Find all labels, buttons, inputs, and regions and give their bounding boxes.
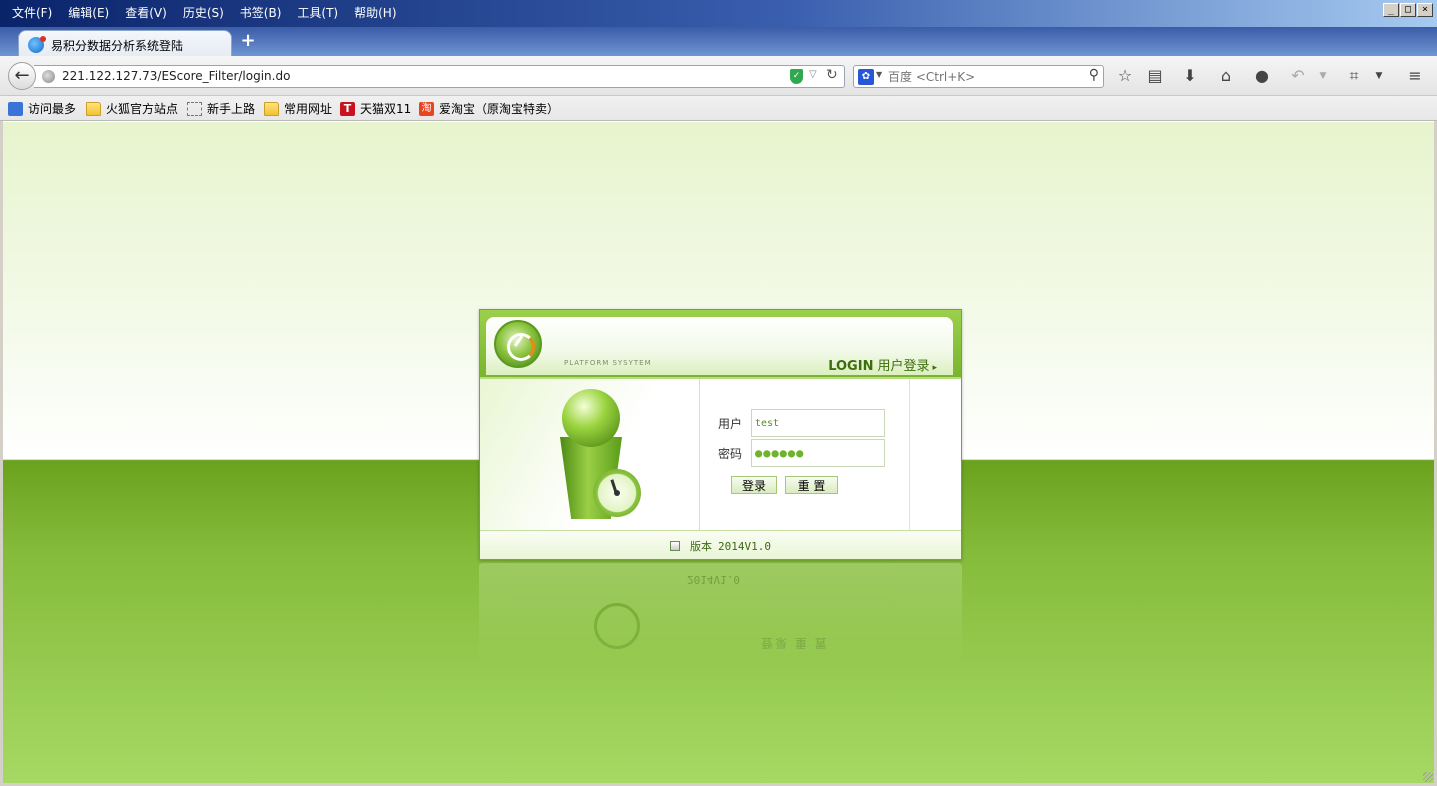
new-tab-button[interactable]: + (238, 31, 258, 51)
most-visited-icon (8, 101, 23, 116)
username-label: 用户 (718, 417, 743, 431)
home-icon[interactable]: ⌂ (1215, 66, 1237, 86)
login-panel: PLATFORM SYSYTEM LOGIN用户登录▸ 用户 密码 ●●●●●●… (479, 309, 962, 560)
clock-reflection-icon (594, 603, 640, 649)
menu-edit[interactable]: 编辑(E) (62, 4, 115, 21)
menu-file[interactable]: 文件(F) (6, 4, 58, 21)
navigation-bar: 221.122.127.73/EScore_Filter/login.do ✓ … (0, 56, 1437, 96)
version-value: 2014V1.0 (718, 539, 771, 553)
download-icon[interactable]: ⬇ (1179, 66, 1201, 86)
baidu-paw-icon[interactable]: ✿ (858, 69, 874, 85)
url-dropdown-icon[interactable]: ▽ (809, 69, 817, 80)
bookmark-getting-started[interactable]: 新手上路 (187, 100, 255, 117)
taobao-icon: 淘 (419, 101, 434, 116)
version-info: 版本 2014V1.0 (670, 538, 771, 554)
bookmark-most-visited[interactable]: 访问最多 (8, 100, 76, 117)
resize-grip-icon[interactable] (1423, 772, 1433, 782)
reload-icon[interactable]: ↻ (826, 67, 838, 83)
menu-help[interactable]: 帮助(H) (348, 4, 402, 21)
back-button[interactable]: ← (8, 62, 36, 90)
search-bar[interactable]: ✿ ▼ ⚲ (853, 65, 1104, 88)
menu-history[interactable]: 历史(S) (177, 4, 230, 21)
chat-icon[interactable]: ● (1251, 66, 1273, 86)
undo-dropdown-icon[interactable]: ▼ (1312, 66, 1334, 86)
tab-strip: 易积分数据分析系统登陆 + (0, 27, 1437, 56)
bookmark-tmall[interactable]: T 天猫双11 (340, 100, 411, 117)
tab-title: 易积分数据分析系统登陆 (51, 39, 184, 53)
version-reflection: 2014V1.0 (687, 573, 740, 586)
platform-text: PLATFORM SYSYTEM (564, 359, 652, 367)
username-input[interactable] (751, 409, 885, 437)
search-icon[interactable]: ⚲ (1089, 67, 1099, 83)
folder-icon (86, 101, 101, 116)
folder-icon (264, 101, 279, 116)
login-panel-reflection: 2014V1.0 登录 重 置 (479, 563, 962, 663)
star-icon[interactable]: ☆ (1114, 66, 1136, 86)
reset-button[interactable]: 重 置 (785, 476, 838, 494)
site-favicon-icon (28, 36, 46, 53)
menu-bookmarks[interactable]: 书签(B) (234, 4, 288, 21)
login-title: LOGIN 用户登录 ▸ (828, 355, 937, 374)
screenshot-dropdown-icon[interactable]: ▼ (1368, 66, 1390, 86)
document-icon (670, 541, 680, 551)
login-button[interactable]: 登录 (731, 476, 777, 494)
password-label: 密码 (718, 447, 743, 461)
login-form: 用户 密码 ●●●●●● 登录 重 置 (700, 379, 910, 530)
menu-view[interactable]: 查看(V) (119, 4, 173, 21)
login-footer: 版本 2014V1.0 (480, 530, 961, 559)
version-label: 版本 (690, 540, 712, 553)
menu-icon[interactable]: ≡ (1404, 66, 1426, 86)
undo-icon[interactable]: ↶ (1287, 66, 1309, 86)
figure-head-icon (562, 389, 620, 447)
password-input[interactable]: ●●●●●● (751, 439, 885, 467)
menu-tools[interactable]: 工具(T) (291, 4, 344, 21)
dashed-page-icon (187, 101, 202, 116)
clock-icon (593, 469, 641, 517)
close-button[interactable]: × (1417, 3, 1433, 17)
login-body: 用户 密码 ●●●●●● 登录 重 置 (480, 377, 961, 530)
person-clock-illustration (480, 379, 700, 530)
minimize-button[interactable]: _ (1383, 3, 1399, 17)
bookmarks-bar: 访问最多 火狐官方站点 新手上路 常用网址 T 天猫双11 淘 爱淘宝（原淘宝特… (0, 96, 1437, 121)
menu-bar: 文件(F) 编辑(E) 查看(V) 历史(S) 书签(B) 工具(T) 帮助(H… (0, 0, 1437, 27)
login-title-cn: 用户登录 (877, 359, 930, 374)
bookmark-firefox-official[interactable]: 火狐官方站点 (86, 100, 178, 117)
buttons-reflection: 登录 重 置 (761, 636, 829, 650)
screenshot-icon[interactable]: ⌗ (1343, 66, 1365, 86)
maximize-button[interactable]: □ (1400, 3, 1416, 17)
window-controls: _ □ × (1383, 3, 1433, 17)
system-logo-icon (494, 320, 542, 368)
tmall-icon: T (340, 101, 355, 116)
engine-dropdown-icon[interactable]: ▼ (876, 70, 882, 79)
tab-active[interactable]: 易积分数据分析系统登陆 (18, 30, 232, 56)
search-input[interactable] (888, 68, 1078, 85)
login-header: PLATFORM SYSYTEM LOGIN 用户登录 ▸ (480, 310, 961, 377)
shield-icon[interactable]: ✓ (790, 69, 803, 84)
globe-icon (42, 70, 55, 83)
triangle-right-icon: ▸ (932, 363, 937, 373)
url-bar[interactable]: 221.122.127.73/EScore_Filter/login.do ✓ … (34, 65, 845, 88)
url-text[interactable]: 221.122.127.73/EScore_Filter/login.do (62, 69, 290, 83)
login-title-en: LOGIN (828, 359, 874, 374)
bookmark-common-sites[interactable]: 常用网址 (264, 100, 332, 117)
reading-list-icon[interactable]: ▤ (1144, 66, 1166, 86)
bookmark-aitaobao[interactable]: 淘 爱淘宝（原淘宝特卖） (419, 100, 559, 117)
